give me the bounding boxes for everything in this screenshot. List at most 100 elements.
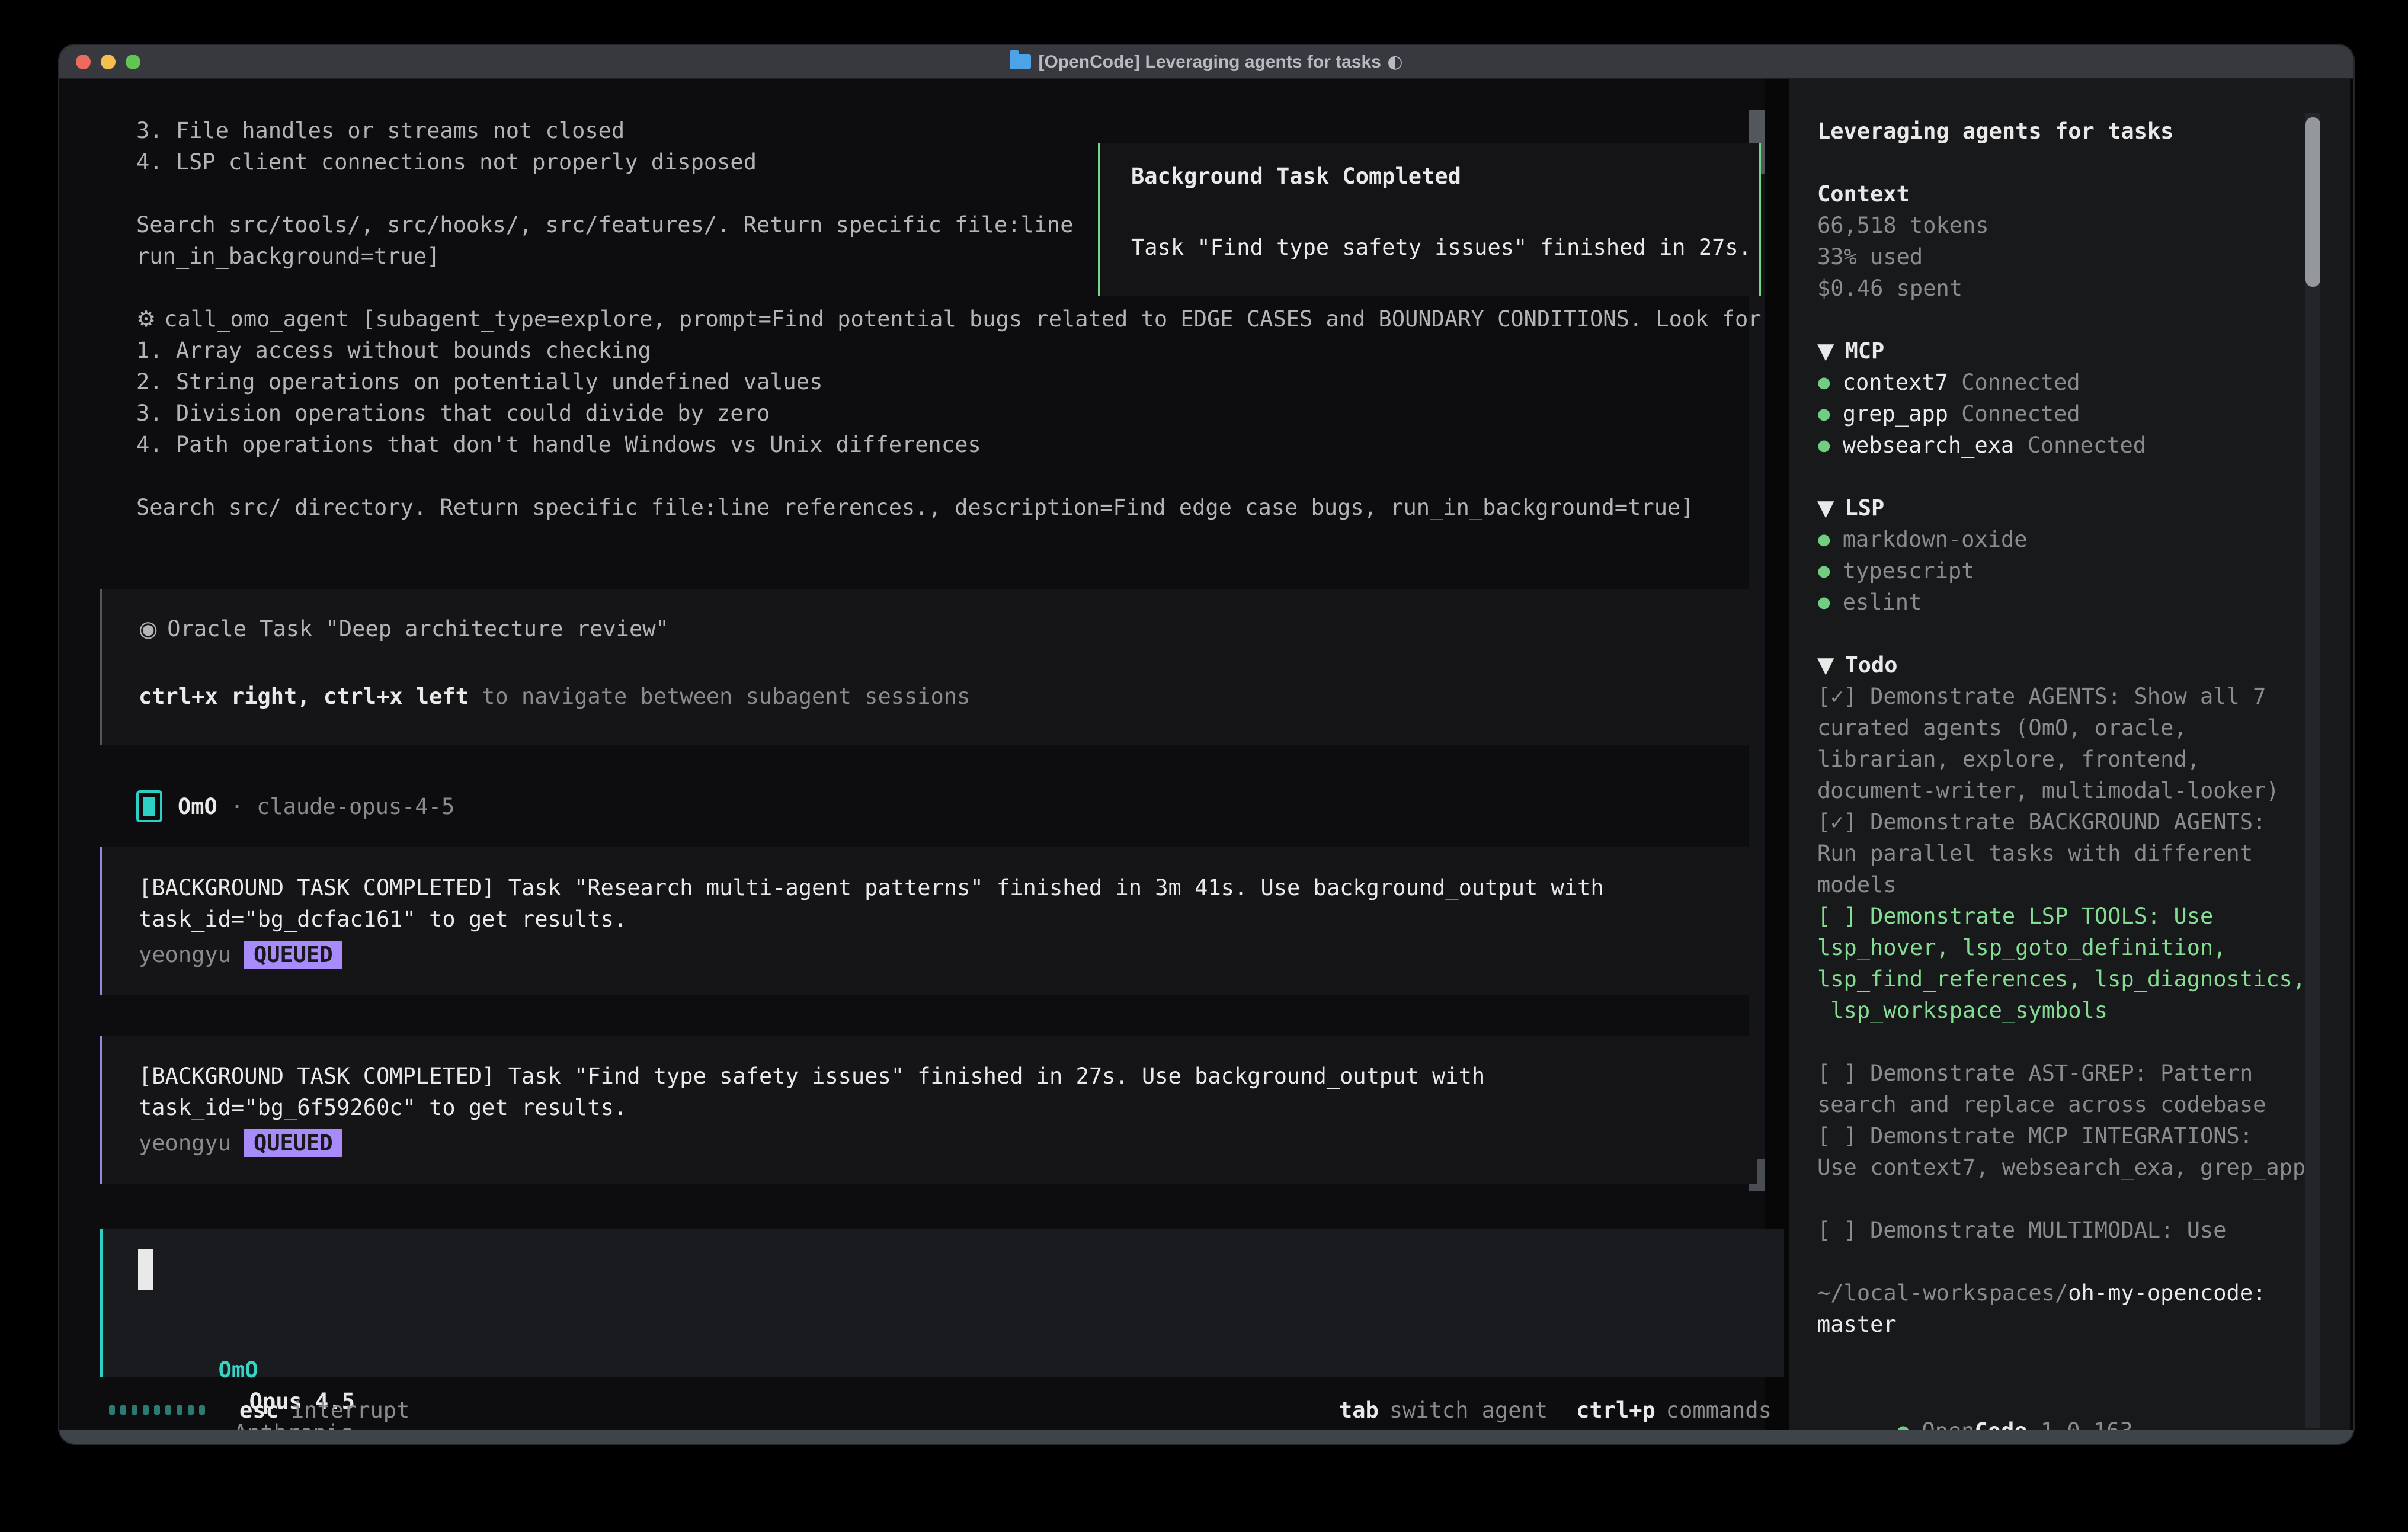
terminal-line: 2. String operations on potentially unde… <box>136 366 1762 398</box>
todo-line: [✓] Demonstrate BACKGROUND AGENTS: <box>1817 806 2350 838</box>
spinner-dot <box>199 1405 205 1415</box>
spacer <box>1817 147 2350 178</box>
esc-key-label: interrupt <box>291 1398 409 1423</box>
todo-line: document-writer, multimodal-looker) <box>1817 775 2350 806</box>
lsp-name: eslint <box>1843 589 1922 615</box>
task-message-line: [BACKGROUND TASK COMPLETED] Task "Find t… <box>139 1060 1485 1092</box>
workspace-path-dim: ~/local-workspaces/ <box>1817 1280 2068 1306</box>
mcp-status: Connected <box>2028 432 2146 458</box>
session-title: Leveraging agents for tasks <box>1817 116 2350 147</box>
status-dot-icon: ● <box>1817 531 1831 549</box>
context-used: 33% used <box>1817 241 2350 273</box>
spinner-dot <box>177 1405 182 1415</box>
lsp-name: typescript <box>1843 558 1975 584</box>
mcp-status: Connected <box>1961 401 2080 427</box>
mcp-status <box>1948 370 1961 395</box>
agent-header: OmO · claude-opus-4-5 <box>136 789 454 824</box>
sidebar-scrollbar-track[interactable] <box>2305 113 2320 1428</box>
spacer <box>1817 304 2350 335</box>
todo-line: [✓] Demonstrate AGENTS: Show all 7 <box>1817 681 2350 712</box>
status-dot-icon: ● <box>1817 374 1831 392</box>
todo-line-active: lsp_hover, lsp_goto_definition, <box>1817 932 2350 963</box>
window-title: [OpenCode] Leveraging agents for tasks ◐ <box>59 45 2353 79</box>
ctrlp-key-hint: ctrl+p <box>1576 1398 1655 1423</box>
background-task-message: [BACKGROUND TASK COMPLETED] Task "Resear… <box>100 847 1757 995</box>
oracle-task-title: ◉Oracle Task "Deep architecture review" <box>139 613 669 645</box>
todo-line: librarian, explore, frontend, <box>1817 743 2350 775</box>
tool-call-line: ⚙ call_omo_agent [subagent_type=explore, … <box>136 303 1762 335</box>
window-titlebar: [OpenCode] Leveraging agents for tasks ◐ <box>59 45 2353 79</box>
todo-section-header[interactable]: ▼ Todo <box>1817 649 2350 681</box>
terminal-line: 3. File handles or streams not closed <box>136 115 1762 146</box>
spacer <box>1817 1026 2350 1057</box>
spacer <box>1817 1246 2350 1277</box>
text-cursor <box>138 1249 153 1290</box>
todo-line: [ ] Demonstrate MCP INTEGRATIONS: <box>1817 1120 2350 1152</box>
task-user: yeongyu <box>139 1130 231 1156</box>
half-circle-icon <box>1381 52 1387 72</box>
mcp-name: grep_app <box>1843 401 1948 427</box>
status-dot-icon: ● <box>1817 437 1831 454</box>
context-header: Context <box>1817 178 2350 210</box>
app-version-footer: ●OpenCode 1.0.163 <box>1817 1384 2133 1415</box>
lsp-item: ●eslint <box>1817 586 2350 618</box>
window-title-text: [OpenCode] Leveraging agents for tasks <box>1038 52 1381 72</box>
folder-icon <box>1010 54 1031 69</box>
lsp-section-header[interactable]: ▼LSP <box>1817 492 2350 524</box>
hint-text: to navigate between subagent sessions <box>469 684 970 709</box>
task-meta-row: yeongyu QUEUED <box>139 1126 342 1160</box>
mcp-name: websearch_exa <box>1843 432 2015 458</box>
task-user: yeongyu <box>139 942 231 967</box>
sidebar: Leveraging agents for tasks Context 66,5… <box>1789 79 2350 1430</box>
workspace-path: ~/local-workspaces/oh-my-opencode: <box>1817 1277 2350 1309</box>
todo-line: search and replace across codebase <box>1817 1089 2350 1120</box>
mcp-section-header[interactable]: ▼ MCP <box>1817 335 2350 367</box>
todo-line: [ ] Demonstrate AST-GREP: Pattern <box>1817 1057 2350 1089</box>
todo-line-active: lsp_find_references, lsp_diagnostics, <box>1817 963 2350 995</box>
todo-line-active: lsp_workspace_symbols <box>1817 995 2350 1026</box>
sidebar-scrollbar-thumb[interactable] <box>2305 117 2320 287</box>
lsp-name: markdown-oxide <box>1843 527 2028 552</box>
status-dot-icon: ● <box>1817 562 1831 580</box>
chevron-down-icon: ▼ <box>1817 338 1834 364</box>
queued-badge: QUEUED <box>244 1129 342 1157</box>
input-agent-name[interactable]: OmO <box>219 1357 258 1383</box>
task-message-line: task_id="bg_dcfac161" to get results. <box>139 903 627 935</box>
terminal-line: 3. Division operations that could divide… <box>136 398 1762 429</box>
hint-keys: ctrl+x right, ctrl+x left <box>139 684 469 709</box>
spinner-dot <box>154 1405 160 1415</box>
prompt-input[interactable]: OmO Opus 4.5 Anthropic <box>100 1229 1784 1377</box>
spinner-dot <box>165 1405 171 1415</box>
background-task-toast[interactable]: Background Task Completed Task "Find typ… <box>1098 143 1761 296</box>
mcp-name: context7 <box>1843 370 1948 395</box>
mcp-status <box>2014 432 2027 458</box>
workspace-path-strong: oh-my-opencode: <box>2068 1280 2266 1306</box>
spacer <box>1817 461 2350 492</box>
status-dot-icon: ● <box>1817 405 1831 423</box>
fisheye-icon: ◉ <box>139 616 158 642</box>
chevron-down-icon: ▼ <box>1817 652 1834 678</box>
oracle-task-hint: ctrl+x right, ctrl+x left to navigate be… <box>139 681 970 712</box>
spinner-icon <box>109 1405 210 1415</box>
todo-line-active: [ ] Demonstrate LSP TOOLS: Use <box>1817 900 2350 932</box>
gear-icon: ⚙ <box>136 306 156 332</box>
agent-name: OmO <box>178 794 217 819</box>
oracle-task-box: ◉Oracle Task "Deep architecture review" … <box>100 589 1757 745</box>
todo-header-label: Todo <box>1845 652 1897 678</box>
statusbar-right-hints: tab switch agent ctrl+p commands <box>1339 1398 1772 1423</box>
spinner-dot <box>143 1405 149 1415</box>
todo-line: Run parallel tasks with different <box>1817 838 2350 869</box>
todo-line: [ ] Demonstrate MULTIMODAL: Use <box>1817 1214 2350 1246</box>
chevron-down-icon: ▼ <box>1817 495 1834 521</box>
half-circle-icon: ◐ <box>1387 52 1402 72</box>
todo-line: curated agents (OmO, oracle, <box>1817 712 2350 743</box>
lsp-item: ● typescript <box>1817 555 2350 586</box>
spinner-dot <box>109 1405 115 1415</box>
separator-dot: · <box>230 794 244 819</box>
queued-badge: QUEUED <box>244 941 342 969</box>
spacer <box>1817 1183 2350 1214</box>
tool-call-text: call_omo_agent [subagent_type=explore, p… <box>164 306 1761 332</box>
context-spent: $0.46 spent <box>1817 273 2350 304</box>
esc-key-hint: esc <box>239 1398 279 1423</box>
mcp-header-label: MCP <box>1845 338 1884 364</box>
